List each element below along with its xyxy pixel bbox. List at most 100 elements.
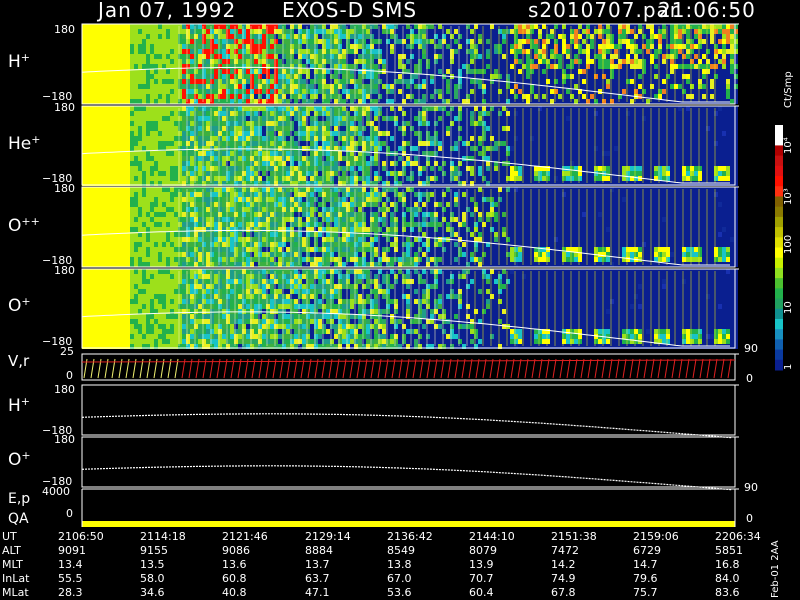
heatmap-cell [222,126,226,131]
heatmap-cell [114,161,118,166]
heatmap-cell [170,151,174,156]
heatmap-cell [142,126,146,131]
heatmap-cell [238,99,242,104]
heatmap-cell [470,34,474,39]
heatmap-cell [518,54,522,59]
heatmap-cell [190,136,194,141]
heatmap-cell [310,54,314,59]
heatmap-cell [518,171,522,176]
heatmap-cell [206,74,210,79]
heatmap-cell [406,171,410,176]
heatmap-cell [598,34,602,39]
heatmap-cell [662,64,666,69]
heatmap-cell [334,44,338,49]
heatmap-cell [590,44,594,49]
heatmap-cell [614,141,618,146]
heatmap-cell [478,49,482,54]
heatmap-cell [630,79,634,84]
heatmap-cell [638,54,642,59]
heatmap-cell [302,54,306,59]
heatmap-cell [214,146,218,151]
heatmap-cell [294,146,298,151]
heatmap-cell [142,54,146,59]
heatmap-cell [382,74,386,79]
heatmap-cell [406,84,410,89]
heatmap-cell [326,131,330,136]
heatmap-cell [678,39,682,44]
heatmap-cell [254,64,258,69]
heatmap-cell [718,84,722,89]
heatmap-cell [230,151,234,156]
heatmap-cell [134,171,138,176]
heatmap-cell [630,59,634,64]
heatmap-cell [606,151,610,156]
heatmap-cell [150,126,154,131]
heatmap-cell [510,29,514,34]
heatmap-cell [382,24,386,29]
heatmap-cell [90,166,94,171]
heatmap-cell [326,49,330,54]
heatmap-cell [130,94,134,99]
heatmap-cell [494,39,498,44]
heatmap-cell [286,161,290,166]
heatmap-cell [446,161,450,166]
heatmap-cell [502,74,506,79]
heatmap-cell [726,49,730,54]
heatmap-cell [198,166,202,171]
heatmap-cell [366,24,370,29]
heatmap-cell [390,126,394,131]
heatmap-cell [166,79,170,84]
heatmap-cell [510,151,514,156]
heatmap-cell [358,84,362,89]
heatmap-cell [174,136,178,141]
heatmap-cell [230,84,234,89]
heatmap-cell [122,79,126,84]
heatmap-cell [166,89,170,94]
heatmap-cell [606,136,610,141]
heatmap-cell [462,176,466,181]
heatmap-cell [422,136,426,141]
heatmap-cell [502,84,506,89]
heatmap-cell [110,111,114,116]
heatmap-cell [222,161,226,166]
heatmap-cell [486,34,490,39]
heatmap-cell [630,39,634,44]
heatmap-cell [622,34,626,39]
heatmap-cell [478,171,482,176]
heatmap-cell [454,116,458,121]
heatmap-cell [162,34,166,39]
heatmap-cell [154,176,158,181]
heatmap-cell [110,166,114,171]
heatmap-cell [518,49,522,54]
heatmap-cell [134,44,138,49]
heatmap-cell [94,64,98,69]
heatmap-cell [518,24,522,29]
heatmap-cell [382,166,386,171]
heatmap-cell [142,34,146,39]
heatmap-cell [662,84,666,89]
heatmap-cell [270,151,274,156]
heatmap-cell [518,161,522,166]
heatmap-cell [342,29,346,34]
heatmap-cell [398,176,402,181]
heatmap-cell [382,146,386,151]
heatmap-cell [150,49,154,54]
heatmap-cell [390,146,394,151]
heatmap-cell [558,131,562,136]
heatmap-cell [126,49,130,54]
heatmap-cell [214,74,218,79]
heatmap-cell [430,29,434,34]
heatmap-cell [142,99,146,104]
heatmap-cell [390,79,394,84]
heatmap-cell [502,94,506,99]
heatmap-cell [654,44,658,49]
heatmap-cell [214,44,218,49]
heatmap-cell [614,131,618,136]
heatmap-cell [462,171,466,176]
heatmap-cell [182,156,186,161]
heatmap-cell [606,116,610,121]
heatmap-cell [614,151,618,156]
heatmap-cell [222,94,226,99]
heatmap-cell [94,111,98,116]
heatmap-cell [550,29,554,34]
